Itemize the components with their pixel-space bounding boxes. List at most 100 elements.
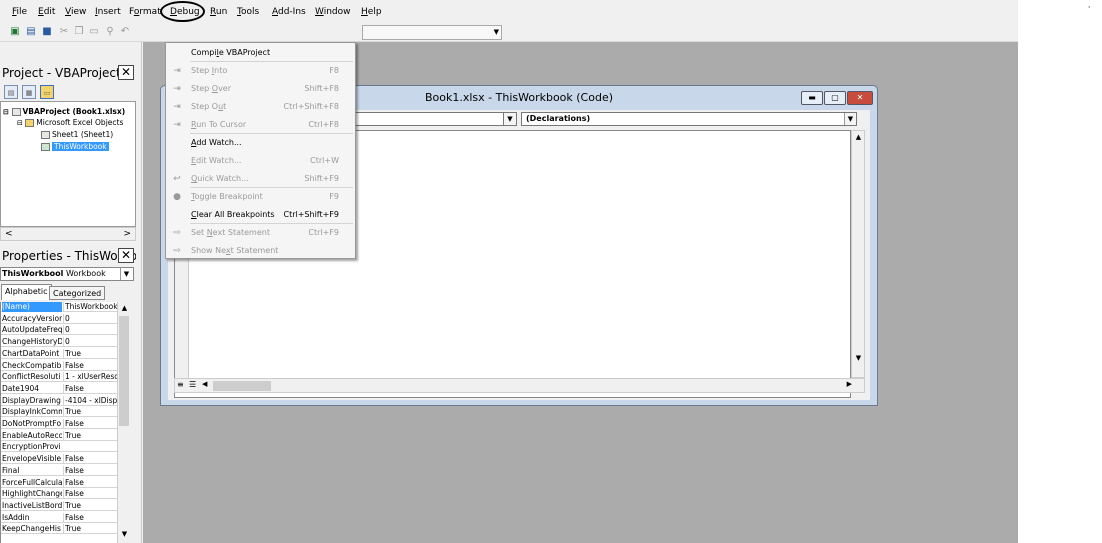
menu-help[interactable]: Help [361, 5, 382, 19]
menu-item-step-out[interactable]: ⇥ Step Out Ctrl+Shift+F8 [166, 98, 355, 116]
insert-module-icon[interactable]: ▤ [24, 25, 38, 39]
menu-file[interactable]: File [12, 5, 27, 19]
tab-alphabetic[interactable]: Alphabetic [1, 284, 52, 300]
property-value[interactable]: False [63, 465, 118, 476]
property-value[interactable]: 1 - xlUserReso [63, 372, 118, 383]
scroll-left-icon[interactable]: < [5, 228, 13, 240]
tree-item-excel-objects[interactable]: ⊟ Microsoft Excel Objects [17, 117, 123, 128]
property-row[interactable]: EnableAutoReco True [1, 430, 118, 441]
property-value[interactable]: False [63, 512, 118, 523]
project-tree-hscrollbar[interactable]: < > [0, 227, 136, 241]
property-row[interactable]: IsAddin False [1, 512, 118, 523]
undo-icon[interactable]: ↶ [118, 25, 132, 39]
property-value[interactable]: 0 [63, 337, 118, 348]
full-module-view-icon[interactable]: ☰ [189, 380, 196, 389]
find-icon[interactable]: ⚲ [103, 25, 117, 39]
pane-splitter[interactable] [136, 42, 142, 543]
menu-edit[interactable]: Edit [38, 5, 55, 19]
tree-item-vbaproject[interactable]: ⊟ VBAProject (Book1.xlsx) [3, 106, 125, 117]
menu-add-ins[interactable]: Add-Ins [272, 5, 306, 19]
minimize-button[interactable]: ▬ [801, 91, 823, 105]
chevron-down-icon[interactable]: ▼ [503, 112, 517, 126]
property-value[interactable]: False [63, 360, 118, 371]
property-value[interactable]: 0 [63, 325, 118, 336]
property-row[interactable]: EnvelopeVisible False [1, 454, 118, 465]
menu-item-show-next-statement[interactable]: ⇨ Show Next Statement [166, 242, 355, 260]
property-row[interactable]: AutoUpdateFreq 0 [1, 325, 118, 336]
view-code-icon[interactable]: ▤ [4, 85, 18, 99]
property-row[interactable]: CheckCompatibi False [1, 360, 118, 371]
property-row[interactable]: ChartDataPoint True [1, 348, 118, 359]
property-value[interactable]: 0 [63, 313, 118, 324]
property-row[interactable]: EncryptionProvi [1, 442, 118, 453]
property-row[interactable]: DisplayInkComm True [1, 407, 118, 418]
excel-icon[interactable]: ▣ [8, 25, 22, 39]
property-row[interactable]: ConflictResoluti 1 - xlUserReso [1, 372, 118, 383]
property-value[interactable]: ThisWorkbook [63, 302, 118, 312]
property-value[interactable]: False [63, 383, 118, 394]
menu-item-quick-watch[interactable]: ↩ Quick Watch... Shift+F9 [166, 170, 355, 188]
menu-item-run-to-cursor[interactable]: ⇥ Run To Cursor Ctrl+F8 [166, 116, 355, 134]
scroll-thumb[interactable] [119, 316, 129, 426]
property-row[interactable]: DisplayDrawing -4104 - xlDispl [1, 395, 118, 406]
property-value[interactable]: -4104 - xlDispl [63, 395, 118, 406]
menu-insert[interactable]: Insert [95, 5, 121, 19]
menu-format[interactable]: Format [129, 5, 161, 19]
menu-item-edit-watch[interactable]: Edit Watch... Ctrl+W [166, 152, 355, 170]
property-row[interactable]: DoNotPromptFo False [1, 419, 118, 429]
property-value[interactable]: True [63, 348, 118, 359]
close-button[interactable]: ✕ [847, 91, 873, 105]
property-row[interactable]: InactiveListBord True [1, 500, 118, 511]
menu-tools[interactable]: Tools [237, 5, 259, 19]
tree-item-sheet1[interactable]: Sheet1 (Sheet1) [41, 129, 113, 140]
view-object-icon[interactable]: ▦ [22, 85, 36, 99]
menu-run[interactable]: Run [210, 5, 227, 19]
property-value[interactable]: True [63, 430, 118, 441]
code-vscrollbar[interactable]: ▲ ▼ [851, 130, 865, 378]
property-row[interactable]: Date1904 False [1, 383, 118, 394]
paste-icon[interactable]: ▭ [87, 25, 101, 39]
copy-icon[interactable]: ❐ [72, 25, 86, 39]
menu-item-compile-vbaproject[interactable]: Compile VBAProject [166, 44, 355, 62]
property-value[interactable]: True [63, 500, 118, 511]
scroll-right-icon[interactable]: ▶ [847, 380, 852, 388]
property-value[interactable]: False [63, 477, 118, 488]
property-row[interactable]: HighlightChange False [1, 489, 118, 500]
procedure-view-icon[interactable]: ≡ [177, 380, 184, 389]
scroll-down-icon[interactable]: ▼ [853, 353, 864, 364]
menu-item-toggle-breakpoint[interactable]: ● Toggle Breakpoint F9 [166, 188, 355, 206]
property-value[interactable]: True [63, 407, 118, 418]
menu-window[interactable]: Window [315, 5, 351, 19]
property-row[interactable]: ChangeHistoryD 0 [1, 337, 118, 348]
cut-icon[interactable]: ✂ [57, 25, 71, 39]
menu-item-step-into[interactable]: ⇥ Step Into F8 [166, 62, 355, 80]
property-value[interactable]: False [63, 419, 118, 429]
properties-object-combo[interactable]: ThisWorkbool Workbook ▼ [0, 267, 134, 281]
scroll-left-icon[interactable]: ◀ [202, 380, 207, 388]
property-row[interactable]: ForceFullCalcula False [1, 477, 118, 488]
close-icon[interactable]: ✕ [118, 65, 134, 80]
scroll-down-icon[interactable]: ▼ [119, 529, 130, 540]
toggle-folders-icon[interactable]: ▭ [40, 85, 54, 99]
property-value[interactable]: False [63, 454, 118, 465]
property-row[interactable]: Final False [1, 465, 118, 476]
menu-item-add-watch[interactable]: Add Watch... [166, 134, 355, 152]
maximize-button[interactable]: ▢ [824, 91, 846, 105]
property-row[interactable]: KeepChangeHis True [1, 524, 118, 535]
property-row[interactable]: AccuracyVersion 0 [1, 313, 118, 324]
menu-item-clear-all-breakpoints[interactable]: Clear All Breakpoints Ctrl+Shift+F9 [166, 206, 355, 224]
property-value[interactable]: True [63, 524, 118, 535]
procedure-combo[interactable]: (Declarations) ▼ [521, 112, 857, 126]
save-icon[interactable]: ■ [40, 25, 54, 39]
scroll-thumb[interactable] [213, 381, 271, 391]
property-value[interactable]: False [63, 489, 118, 500]
code-hscrollbar[interactable]: ≡ ☰ ◀ ▶ [174, 378, 865, 393]
scroll-right-icon[interactable]: > [123, 228, 131, 240]
scroll-up-icon[interactable]: ▲ [119, 303, 130, 314]
close-icon[interactable]: ✕ [118, 248, 134, 263]
tab-categorized[interactable]: Categorized [49, 286, 106, 300]
menu-item-step-over[interactable]: ⇥ Step Over Shift+F8 [166, 80, 355, 98]
menu-item-set-next-statement[interactable]: ⇨ Set Next Statement Ctrl+F9 [166, 224, 355, 242]
menu-view[interactable]: View [65, 5, 86, 19]
properties-vscrollbar[interactable]: ▲ ▼ [117, 302, 130, 543]
